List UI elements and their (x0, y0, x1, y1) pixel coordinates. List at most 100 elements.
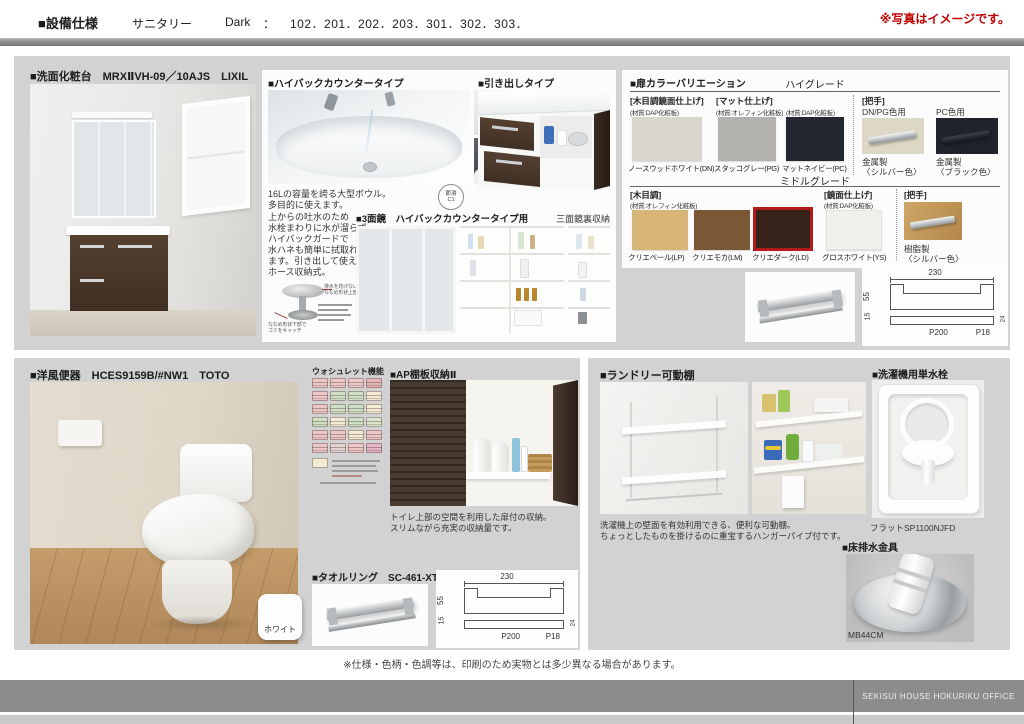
washlet-function-icon (330, 417, 346, 427)
hg-handle-use-2: PC色用 (936, 106, 965, 118)
toilet-color-label: ホワイト (264, 624, 296, 635)
page-title: ■設備仕様 (38, 13, 98, 32)
plan-colon: ： (263, 15, 275, 32)
washlet-function-icon (348, 417, 364, 427)
swatch-crea-dark (756, 210, 810, 248)
washlet-function-icon (312, 430, 328, 440)
vanity-room-photo (30, 84, 256, 336)
base-cabinet (70, 235, 168, 311)
drawer-type-photo (478, 90, 610, 190)
bottom-strip (0, 715, 1024, 724)
washlet-function-icon (330, 404, 346, 414)
high-grade-label: ハイグレード (622, 76, 1008, 91)
hg-category-2: [マット仕上げ] (716, 95, 773, 107)
swatch-name-lm: クリエモカ(LM) (692, 252, 742, 263)
highback-desc-6: ホース収納式。 (268, 265, 331, 278)
mirror-closed-photo (356, 226, 456, 334)
dim-bar-shape (890, 316, 994, 325)
drain-note-4: ゴミをキャッチ (268, 328, 302, 334)
hg-divider (853, 95, 854, 175)
floor-drain-photo (846, 554, 974, 642)
swatch-name-ys: グロスホワイト(YS) (822, 252, 886, 263)
bottom-bar-divider (853, 680, 854, 724)
mirror-light-bar (72, 112, 152, 118)
hg-material-3: (材質:DAP化粧板) (786, 107, 835, 117)
laundry-shelf-photo (752, 382, 866, 514)
mg-material-1: (材質:オレフィン化粧板) (630, 200, 697, 210)
faucet-title: ■洗濯機用単水栓 (872, 366, 948, 381)
floor-drain-model: MB44CM (848, 630, 883, 640)
washlet-function-icon (312, 378, 328, 388)
dim-end-label: P18 (976, 328, 990, 337)
washlet-function-icon (348, 443, 364, 453)
drawer-type-title: ■引き出しタイプ (478, 75, 554, 90)
dim-profile-shape (464, 588, 564, 614)
dim-thickness-label: 15 (438, 617, 445, 625)
photo-disclaimer-note: ※写真はイメージです。 (830, 10, 1010, 27)
toilet-title: ■洋風便器 HCES9159B/#NW1 TOTO (30, 367, 229, 383)
plan-name: Dark (225, 15, 250, 29)
handle-photo-silver (862, 118, 924, 154)
washlet-function-grid (312, 378, 382, 454)
room-numbers: 102．201．202．203．301．302．303． (290, 15, 528, 32)
vanity-title: ■洗面化粧台 MRXⅡVH-09／10AJS LIXIL (30, 68, 248, 84)
swatch-gloss-white (826, 210, 882, 250)
drain-note-2: ななめ形状上部 (324, 290, 358, 296)
floor-drain-title: ■床排水金具 (842, 539, 898, 554)
laundry-shelf-render (600, 382, 748, 514)
highback-bowl-photo (268, 90, 470, 184)
dim-width-arrow (890, 279, 994, 280)
drain-stool-illustration: 排水を妨げない ななめ形状上部 ななめ形状下部で ゴミをキャッチ (268, 282, 352, 338)
washlet-function-icon (312, 443, 328, 453)
washlet-function-icon (348, 378, 364, 388)
badge-line2: C1 (447, 197, 454, 203)
mg-handle-category: [把手] (904, 189, 927, 201)
mg-handle-tone: 〈シルバー色〉 (904, 253, 964, 265)
hg-handle-use-1: DN/PG色用 (862, 106, 906, 118)
mirror-open-photo (460, 226, 564, 334)
washlet-function-icon (330, 430, 346, 440)
selected-color-highlight (753, 207, 813, 251)
ap-shelf-title: ■AP棚板収納Ⅱ (390, 366, 457, 381)
mirror-cabinet (72, 120, 156, 218)
ap-caption-2: スリムながら充実の収納量です。 (390, 522, 517, 534)
swatch-name-lp: クリエペール(LP) (628, 252, 684, 263)
ap-shelf-photo (390, 380, 578, 506)
washlet-function-icon (330, 378, 346, 388)
faucet-model: フラットSP1100NJFD (870, 522, 955, 534)
dim-depth-label: 24 (571, 620, 577, 627)
handle-large-photo (745, 272, 855, 342)
dim-width-label: 230 (862, 268, 1008, 277)
swatch-north-wood-white (632, 117, 702, 161)
office-name: SEKISUI HOUSE HOKURIKU OFFICE (853, 692, 1024, 701)
swatch-crea-pale (632, 210, 688, 250)
faucet-photo (872, 380, 984, 518)
dim-pitch-label: P200 (929, 328, 948, 337)
dim-height-label: 55 (436, 596, 445, 605)
washlet-function-icon (366, 417, 382, 427)
washlet-function-icon (312, 417, 328, 427)
dim-bar-shape (464, 620, 564, 629)
dim-thickness-label: 15 (864, 313, 871, 321)
swatch-crea-mocha (694, 210, 750, 250)
mg-material-2: (材質:DAP化粧板) (824, 200, 873, 210)
handle-dimension-diagram: 230 55 15 P200 P18 24 (862, 266, 1008, 346)
header-divider-bar (0, 38, 1024, 46)
washlet-function-icon (348, 430, 364, 440)
dim-height-label: 55 (862, 292, 871, 301)
towel-ring-photo (312, 584, 428, 646)
washlet-function-icon (330, 443, 346, 453)
washlet-function-icon (348, 391, 364, 401)
washlet-function-icon (312, 391, 328, 401)
washlet-function-icon (366, 430, 382, 440)
laundry-title: ■ランドリー可動棚 (600, 367, 695, 383)
swatch-name-ld: クリエダーク(LD) (752, 252, 809, 263)
washlet-function-icon (366, 404, 382, 414)
washlet-function-icon (330, 391, 346, 401)
towel-ring-dimension-diagram: 230 55 15 P200 P18 24 (436, 570, 578, 648)
highback-title: ■ハイバックカウンタータイプ (268, 75, 404, 90)
mirror-back-storage-label: 三面鏡裏収納 (500, 212, 610, 225)
washlet-function-icon (366, 443, 382, 453)
swatch-matte-navy (786, 117, 844, 161)
hg-material-2: (材質:オレフィン化粧板) (716, 107, 783, 117)
